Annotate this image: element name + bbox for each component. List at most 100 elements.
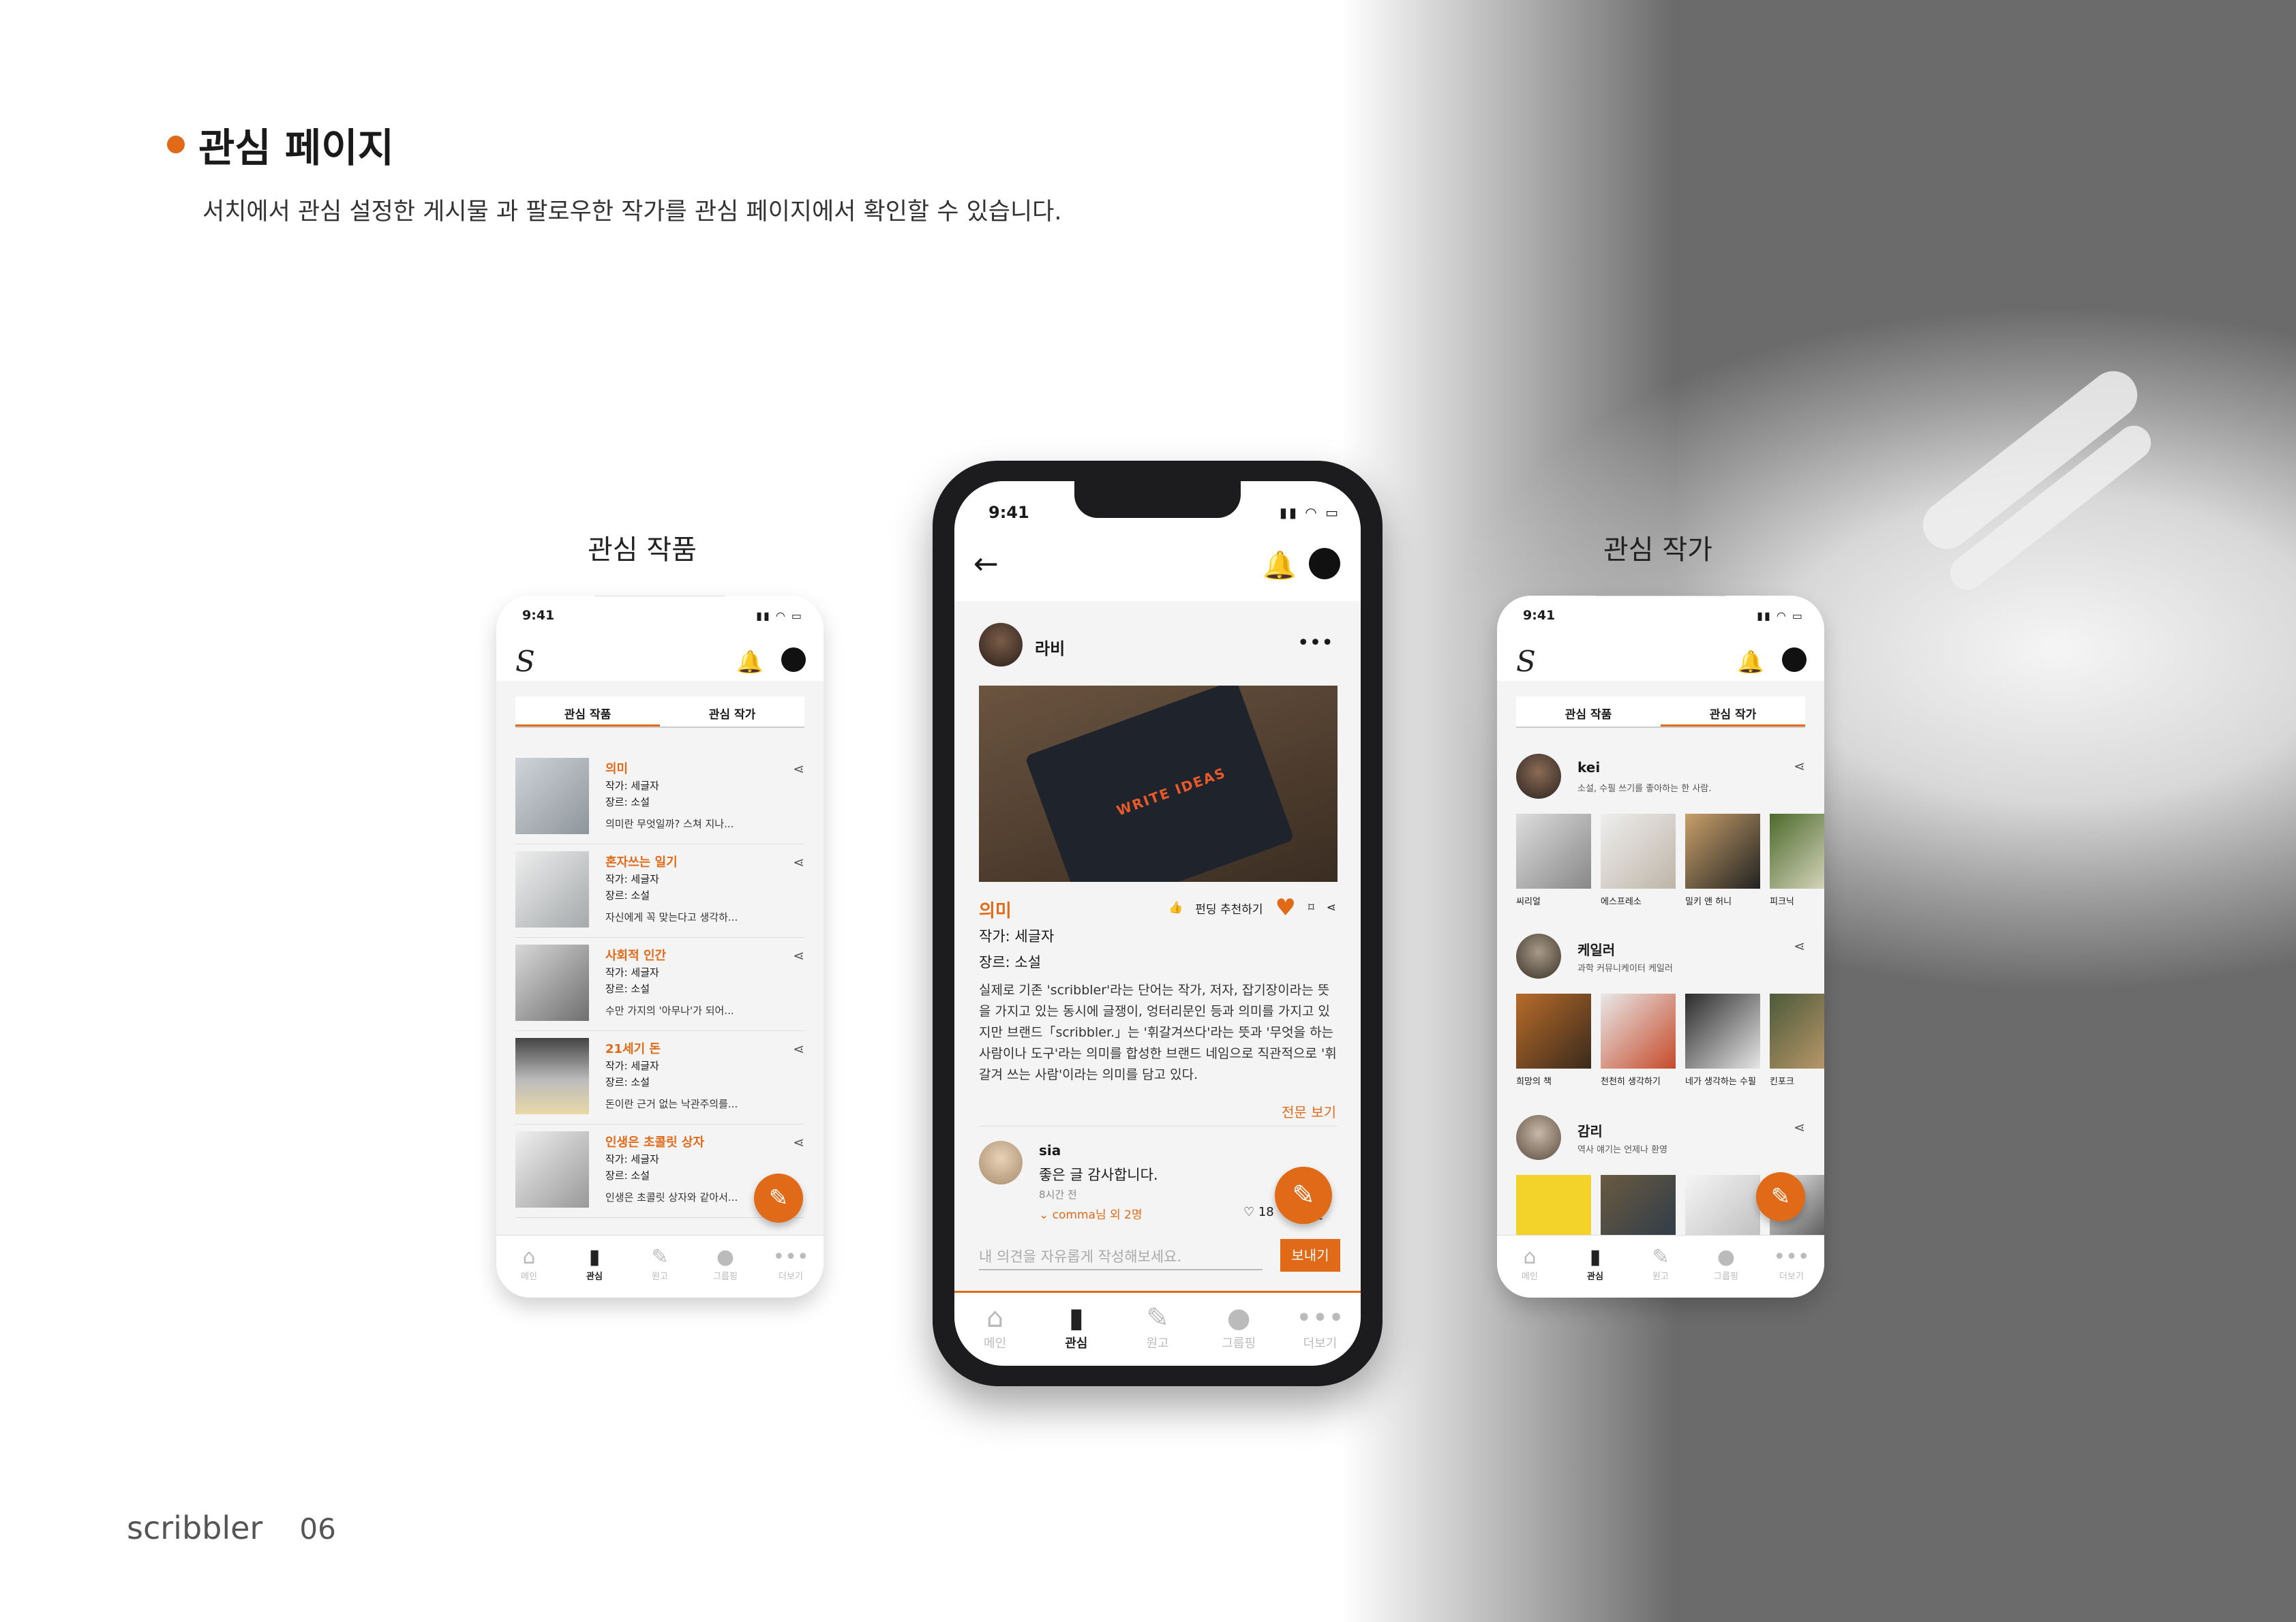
nav-more[interactable]: ••• 더보기	[1280, 1293, 1361, 1366]
share-icon[interactable]: ⋖	[1794, 1119, 1805, 1135]
work-excerpt: 인생은 초콜릿 상자와 같아서...	[605, 1191, 738, 1204]
recommend-button[interactable]: 펀딩 추천하기	[1195, 900, 1263, 917]
share-icon[interactable]: ⋖	[793, 761, 804, 777]
tab-writers[interactable]: 관심 작가	[660, 697, 804, 726]
bell-icon[interactable]: 🔔	[1263, 549, 1297, 581]
work-excerpt: 수만 가지의 '아무나'가 되어...	[605, 1005, 734, 1017]
write-fab-button[interactable]: ✎	[1275, 1167, 1332, 1224]
nav-grouping[interactable]: ● 그룹핑	[1693, 1236, 1759, 1298]
avatar[interactable]	[979, 1141, 1023, 1184]
notebook-image: WRITE IDEAS	[1025, 686, 1295, 882]
nav-interest[interactable]: ▮ 관심	[1036, 1293, 1117, 1366]
share-icon[interactable]: ⋖	[793, 1041, 804, 1057]
nav-interest[interactable]: ▮ 관심	[1562, 1236, 1628, 1298]
list-item[interactable]: 21세기 돈 작가: 세글자 장르: 소설 돈이란 근거 없는 낙관주의를...…	[515, 1031, 804, 1124]
nav-home[interactable]: ⌂ 메인	[954, 1293, 1036, 1366]
book-card[interactable]: 천천히 생각하기	[1601, 994, 1676, 1087]
bottom-nav: ⌂ 메인 ▮ 관심 ✎ 원고 ● 그룹핑 ••• 더보기	[496, 1235, 824, 1298]
writer-books: 희망의 책 천천히 생각하기 네가 생각하는 수필 킨포크	[1516, 994, 1824, 1087]
nav-more[interactable]: ••• 더보기	[1759, 1236, 1824, 1298]
nav-grouping[interactable]: ● 그룹핑	[1198, 1293, 1280, 1366]
tab-bar: 관심 작품 관심 작가	[1516, 697, 1805, 728]
writer-name: 케일러	[1577, 942, 1616, 958]
share-icon[interactable]: ⋖	[793, 947, 804, 964]
book-card[interactable]: 피크닉	[1770, 814, 1824, 907]
share-icon[interactable]: ⋖	[1327, 901, 1336, 915]
bell-icon[interactable]: 🔔	[736, 649, 764, 675]
full-view-link[interactable]: 전문 보기	[1282, 1101, 1336, 1121]
avatar[interactable]	[979, 623, 1023, 667]
phone-writers: 9:41 ▮▮ ◠ ▭ S 🔔 관심 작품 관심 작가 kei 소설, 수필 쓰…	[1497, 596, 1824, 1298]
more-icon: •••	[1296, 1302, 1344, 1334]
nav-more[interactable]: ••• 더보기	[758, 1236, 824, 1298]
bell-icon[interactable]: 🔔	[1737, 649, 1764, 675]
section-title: 관심 페이지	[167, 116, 394, 173]
comment-replies[interactable]: ⌄ comma님 외 2명	[1039, 1205, 1143, 1222]
nav-interest[interactable]: ▮ 관심	[562, 1236, 627, 1298]
write-fab-button[interactable]: ✎	[754, 1174, 803, 1223]
book-thumbnail	[515, 1038, 589, 1114]
work-genre: 장르: 소설	[605, 1169, 650, 1182]
book-card[interactable]: 네가 생각하는 수필	[1685, 994, 1760, 1087]
pen-icon: ✎	[1652, 1245, 1670, 1269]
nav-label: 메인	[984, 1336, 1007, 1351]
user-icon[interactable]	[1309, 548, 1340, 579]
list-item[interactable]: 의미 작가: 세글자 장르: 소설 의미란 무엇일까? 스쳐 지나... ⋖	[515, 751, 804, 844]
tab-bar: 관심 작품 관심 작가	[515, 697, 804, 728]
comment-like[interactable]: ♡ 18	[1243, 1205, 1274, 1219]
more-icon[interactable]: •••	[1297, 631, 1333, 655]
thumbs-up-icon[interactable]: 👍	[1168, 901, 1183, 915]
nav-draft[interactable]: ✎ 원고	[1628, 1236, 1693, 1298]
work-title: 사회적 인간	[605, 949, 667, 963]
phone-screen: 9:41 ▮▮ ◠ ▭ ← 🔔 라비 ••• WRITE IDEAS 의미 👍 …	[954, 481, 1361, 1366]
work-author: 작가: 세글자	[605, 1060, 659, 1072]
share-icon[interactable]: ⋖	[793, 854, 804, 870]
tab-works[interactable]: 관심 작품	[515, 697, 660, 726]
share-icon[interactable]: ⋖	[793, 1134, 804, 1150]
heart-icon[interactable]: ♥	[1275, 894, 1296, 921]
nav-draft[interactable]: ✎ 원고	[1117, 1293, 1198, 1366]
work-genre: 장르: 소설	[605, 1076, 650, 1088]
work-genre: 장르: 소설	[605, 889, 650, 902]
list-item[interactable]: 혼자쓰는 일기 작가: 세글자 장르: 소설 자신에게 꼭 맞는다고 생각하..…	[515, 844, 804, 938]
group-icon: ●	[716, 1245, 735, 1269]
nav-label: 메인	[521, 1272, 537, 1282]
user-icon[interactable]	[1782, 647, 1807, 672]
nav-home[interactable]: ⌂ 메인	[496, 1236, 562, 1298]
send-button[interactable]: 보내기	[1280, 1239, 1340, 1272]
book-card[interactable]: 씨리얼	[1516, 814, 1591, 907]
bottom-nav: ⌂ 메인 ▮ 관심 ✎ 원고 ● 그룹핑 ••• 더보기	[1497, 1235, 1824, 1298]
nav-home[interactable]: ⌂ 메인	[1497, 1236, 1562, 1298]
book-card[interactable]: 킨포크	[1770, 994, 1824, 1087]
nav-label: 원고	[1146, 1336, 1169, 1351]
user-icon[interactable]	[781, 647, 806, 672]
nav-label: 관심	[1587, 1272, 1603, 1282]
comment-text: 좋은 글 감사합니다.	[1039, 1167, 1158, 1183]
back-arrow-icon[interactable]: ←	[973, 547, 999, 581]
book-title: 네가 생각하는 수필	[1685, 1077, 1756, 1087]
book-card[interactable]: 에스프레소	[1601, 814, 1676, 907]
book-cover	[1685, 994, 1760, 1069]
share-icon[interactable]: ⋖	[1794, 758, 1805, 774]
nav-grouping[interactable]: ● 그룹핑	[693, 1236, 758, 1298]
post-author[interactable]: 라비	[1035, 635, 1065, 659]
tab-works[interactable]: 관심 작품	[1516, 697, 1661, 726]
book-card[interactable]: 희망의 책	[1516, 994, 1591, 1087]
post-title: 의미	[979, 901, 1012, 921]
share-icon[interactable]: ⋖	[1794, 938, 1805, 954]
comment-input[interactable]: 내 의견을 자유롭게 작성해보세요.	[979, 1240, 1263, 1270]
book-card[interactable]: 밀키 앤 허니	[1685, 814, 1760, 907]
group-icon: ●	[1717, 1245, 1736, 1269]
logo-icon[interactable]: S	[1516, 645, 1536, 678]
nav-draft[interactable]: ✎ 원고	[627, 1236, 693, 1298]
book-title: 씨리얼	[1516, 897, 1541, 907]
bookmark-icon[interactable]: ⌑	[1308, 901, 1314, 915]
logo-icon[interactable]: S	[515, 645, 535, 678]
caption-left: 관심 작품	[588, 534, 697, 566]
tab-writers[interactable]: 관심 작가	[1661, 697, 1805, 726]
group-icon: ●	[1226, 1302, 1251, 1334]
list-item[interactable]: 사회적 인간 작가: 세글자 장르: 소설 수만 가지의 '아무나'가 되어..…	[515, 938, 804, 1031]
write-fab-button[interactable]: ✎	[1756, 1172, 1805, 1221]
avatar	[1516, 934, 1561, 979]
like-count: 18	[1258, 1205, 1274, 1219]
